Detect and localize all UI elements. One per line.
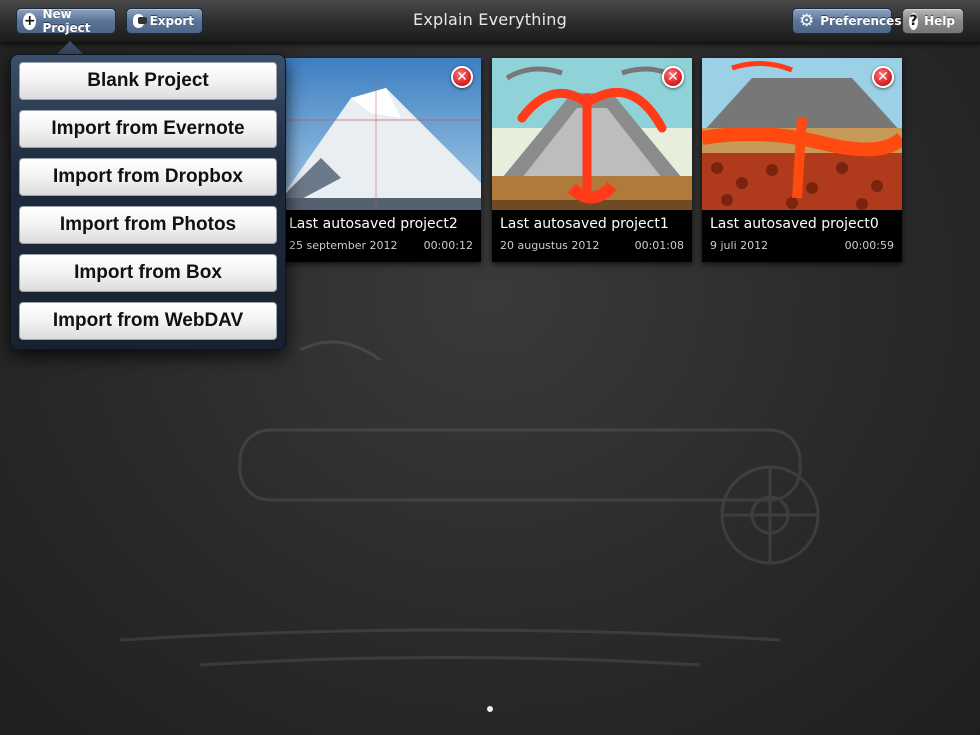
menu-import-box[interactable]: Import from Box xyxy=(19,254,277,292)
project-date: 25 september 2012 xyxy=(289,239,398,252)
project-date: 20 augustus 2012 xyxy=(500,239,600,252)
project-title: Last autosaved project0 xyxy=(710,216,879,232)
menu-blank-project[interactable]: Blank Project xyxy=(19,62,277,100)
popover-arrow xyxy=(56,41,84,55)
menu-import-webdav[interactable]: Import from WebDAV xyxy=(19,302,277,340)
delete-project-button[interactable]: ✕ xyxy=(451,66,473,88)
project-title: Last autosaved project1 xyxy=(500,216,669,232)
project-duration: 00:00:59 xyxy=(844,239,894,252)
top-toolbar: + New Project Export Explain Everything … xyxy=(0,0,980,43)
preferences-button[interactable]: ⚙ Preferences xyxy=(792,8,901,34)
question-mark-icon: ? xyxy=(909,12,919,30)
project-card[interactable]: ✕ Last autosaved project2 25 september 2… xyxy=(281,58,481,262)
gear-icon: ⚙ xyxy=(799,10,815,31)
project-title: Last autosaved project2 xyxy=(289,216,458,232)
page-indicator-dot[interactable] xyxy=(487,706,493,712)
help-button[interactable]: ? Help xyxy=(902,8,964,34)
project-card[interactable]: ✕ Last autosaved project0 9 juli 2012 00… xyxy=(702,58,902,262)
help-label: Help xyxy=(924,14,955,28)
menu-import-photos[interactable]: Import from Photos xyxy=(19,206,277,244)
delete-project-button[interactable]: ✕ xyxy=(662,66,684,88)
preferences-label: Preferences xyxy=(820,14,902,28)
project-date: 9 juli 2012 xyxy=(710,239,769,252)
project-card[interactable]: ✕ Last autosaved project1 20 augustus 20… xyxy=(492,58,692,262)
project-duration: 00:00:12 xyxy=(423,239,473,252)
project-duration: 00:01:08 xyxy=(634,239,684,252)
menu-import-evernote[interactable]: Import from Evernote xyxy=(19,110,277,148)
new-project-popover: Blank Project Import from Evernote Impor… xyxy=(10,54,286,350)
menu-import-dropbox[interactable]: Import from Dropbox xyxy=(19,158,277,196)
delete-project-button[interactable]: ✕ xyxy=(872,66,894,88)
